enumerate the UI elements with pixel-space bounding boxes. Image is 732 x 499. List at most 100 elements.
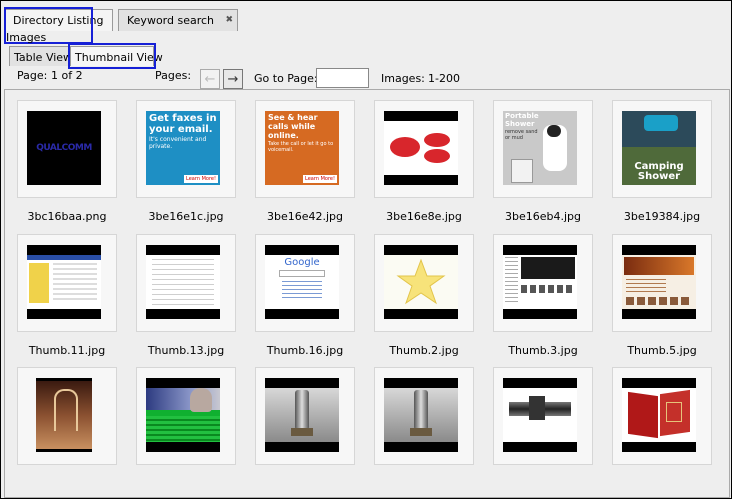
images-range: 1-200	[428, 72, 460, 85]
red-book-thumbnail	[622, 378, 696, 452]
tab-keyword-search-label: Keyword search	[127, 14, 215, 27]
arrow-left-icon: ←	[204, 71, 216, 87]
thumbnail-cell[interactable]	[136, 367, 236, 465]
tab-table-view-label: Table View	[14, 51, 73, 64]
thumbnail-cell[interactable]: Camping Shower	[612, 100, 712, 198]
thumbnail-cell[interactable]	[374, 100, 474, 198]
portable-shower-dog-thumbnail: Portable Shower remove sand or mud	[503, 111, 577, 185]
thumbnail-label: Thumb.13.jpg	[147, 344, 225, 357]
thumbnail-cell[interactable]: Portable Shower remove sand or mud	[493, 100, 593, 198]
tab-directory-listing-label: Directory Listing	[13, 14, 104, 27]
thumbnail-cell[interactable]: Google	[255, 234, 355, 332]
document-page-thumbnail	[146, 245, 220, 319]
page-header-bar	[27, 255, 101, 260]
page-text-lines	[282, 281, 322, 301]
tab-keyword-search[interactable]: Keyword search ✖	[118, 9, 238, 31]
voicemail-ad-thumbnail: See & hear calls while online. Take the …	[265, 111, 339, 185]
google-page-thumbnail: Google	[265, 245, 339, 319]
metal-part-thumbnail	[265, 378, 339, 452]
shower-bag-shape	[644, 115, 678, 131]
qualcomm-logo-text: QUALCOMM	[36, 143, 92, 153]
fax-ad-subline: It's convenient and private.	[149, 136, 207, 150]
page-products-row	[626, 297, 692, 305]
star-icon	[396, 258, 446, 305]
thumbnail-cell[interactable]	[493, 367, 593, 465]
book-left-page	[628, 391, 658, 439]
red-logo-mark	[390, 137, 420, 157]
thumbnail-label: Thumb.5.jpg	[627, 344, 697, 357]
cathedral-thumbnail	[36, 378, 92, 452]
metal-base	[410, 428, 432, 436]
pages-label: Pages:	[155, 69, 192, 82]
arch-shape	[54, 389, 78, 431]
voicemail-ad-headline: See & hear calls while online.	[268, 113, 318, 140]
page-sidebar	[505, 257, 518, 305]
portrait-face	[190, 388, 212, 412]
red-logo-thumbnail	[384, 111, 458, 185]
metal-base	[291, 428, 313, 436]
metal-cylinder	[295, 390, 309, 430]
thumbnail-cell[interactable]	[255, 367, 355, 465]
goto-page-input[interactable]	[316, 68, 369, 88]
thumbnail-cell[interactable]	[374, 234, 474, 332]
app-window: Directory Listing Keyword search ✖ Image…	[0, 0, 732, 499]
thumbnail-label: 3bc16baa.png	[27, 210, 107, 223]
qualcomm-logo-thumbnail: QUALCOMM	[27, 111, 101, 185]
thumbnail-label: Thumb.3.jpg	[508, 344, 578, 357]
tab-table-view[interactable]: Table View	[9, 46, 73, 66]
images-label: Images:	[381, 72, 425, 85]
glitch-stripes	[146, 416, 220, 442]
page-label: Page:	[17, 69, 48, 82]
thumbnail-label: 3be16eb4.jpg	[504, 210, 581, 223]
google-logo-text: Google	[284, 257, 320, 268]
page-value: 1 of 2	[51, 69, 83, 82]
page-column-strip	[29, 263, 49, 303]
thumbnail-cell[interactable]	[612, 367, 712, 465]
dog-spot	[547, 125, 561, 137]
orange-webpage-thumbnail	[622, 245, 696, 319]
red-logo-mark	[424, 133, 450, 147]
learn-more-badge: Learn More!	[303, 175, 337, 183]
thumbnail-cell[interactable]	[374, 367, 474, 465]
page-products-row	[521, 285, 575, 293]
close-tab-icon[interactable]: ✖	[225, 15, 233, 25]
thumbnail-cell[interactable]	[612, 234, 712, 332]
page-banner	[624, 257, 694, 275]
thumbnail-label: 3be16e8e.jpg	[386, 210, 462, 223]
thumbnail-label: Thumb.16.jpg	[266, 344, 344, 357]
thumbnail-label: 3be16e1c.jpg	[148, 210, 224, 223]
search-box-shape	[279, 270, 325, 277]
arrow-right-icon: →	[227, 71, 239, 87]
thumbnail-cell[interactable]	[493, 234, 593, 332]
glitched-portrait-thumbnail	[146, 378, 220, 452]
book-emblem	[666, 402, 682, 422]
thumbnail-cell[interactable]: See & hear calls while online. Take the …	[255, 100, 355, 198]
prev-page-button[interactable]: ←	[200, 69, 220, 89]
page-column-strip	[53, 263, 97, 303]
document-lines	[152, 259, 214, 305]
tab-directory-listing[interactable]: Directory Listing	[4, 9, 113, 31]
red-logo-mark	[424, 149, 450, 163]
thumbnail-cell[interactable]: Get faxes in your email. It's convenient…	[136, 100, 236, 198]
machine-block	[529, 396, 545, 420]
thumbnail-label: 3be19384.jpg	[623, 210, 701, 223]
ebay-page-thumbnail	[27, 245, 101, 319]
metal-cylinder	[414, 390, 428, 430]
thumbnail-label: Thumb.11.jpg	[28, 344, 106, 357]
page-banner	[521, 257, 575, 279]
thumbnail-label: 3be16e42.jpg	[266, 210, 344, 223]
thumbnail-cell[interactable]: QUALCOMM	[17, 100, 117, 198]
tab-thumbnail-view-label: Thumbnail View	[75, 51, 163, 64]
next-page-button[interactable]: →	[223, 69, 243, 89]
portable-shower-text: Portable Shower	[505, 112, 539, 128]
thumbnail-cell[interactable]	[17, 234, 117, 332]
thumbnail-cell[interactable]	[17, 367, 117, 465]
thumbnail-cell[interactable]	[136, 234, 236, 332]
learn-more-badge: Learn More!	[184, 175, 218, 183]
camping-shower-thumbnail: Camping Shower	[622, 111, 696, 185]
section-title: Images	[6, 31, 47, 44]
metal-part-thumbnail	[384, 378, 458, 452]
fax-ad-headline: Get faxes in your email.	[149, 113, 217, 135]
tab-thumbnail-view[interactable]: Thumbnail View	[70, 46, 163, 66]
fax-ad-thumbnail: Get faxes in your email. It's convenient…	[146, 111, 220, 185]
